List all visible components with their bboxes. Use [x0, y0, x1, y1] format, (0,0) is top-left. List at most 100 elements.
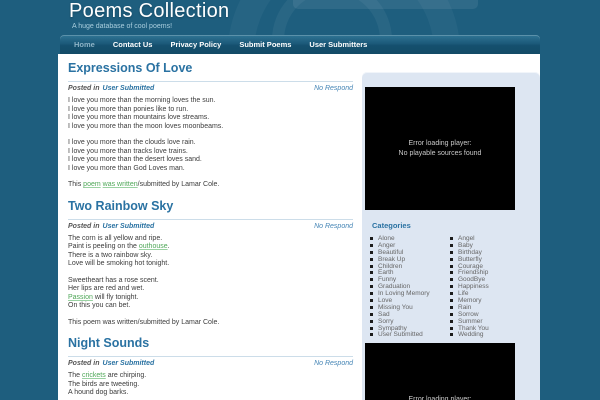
nav-item-user-submitters[interactable]: User Submitters	[300, 40, 376, 49]
nav-item-home[interactable]: Home	[65, 40, 104, 49]
square-bullet-icon	[370, 326, 373, 330]
poem-stanza: I love you more than the morning loves t…	[68, 97, 224, 130]
category-item: Sorry	[370, 318, 450, 325]
poem-stanza: I love you more than the clouds love rai…	[68, 139, 202, 172]
post-divider	[68, 81, 353, 82]
post-category-link[interactable]: User Submitted	[103, 85, 155, 92]
category-item: Children	[370, 263, 450, 270]
square-bullet-icon	[450, 285, 453, 289]
post-body: The corn is all yellow and ripe. Paint is…	[68, 235, 353, 328]
category-item: Memory	[450, 297, 530, 304]
category-item: Wedding	[450, 331, 530, 338]
square-bullet-icon	[370, 236, 373, 240]
post-title[interactable]: Night Sounds	[68, 335, 353, 352]
player-error-line2: No playable sources found	[398, 149, 482, 157]
category-item: Funny	[370, 276, 450, 283]
poem-link[interactable]: crickets	[82, 372, 106, 379]
nav-item-contact-us[interactable]: Contact Us	[104, 40, 162, 49]
nav-item-privacy-policy[interactable]: Privacy Policy	[161, 40, 230, 49]
main-nav: Home Contact Us Privacy Policy Submit Poems…	[60, 35, 540, 54]
square-bullet-icon	[370, 278, 373, 282]
square-bullet-icon	[450, 257, 453, 261]
player-error-line1: Error loading player:	[408, 139, 472, 147]
poem-link[interactable]: outhouse	[139, 243, 168, 250]
no-respond-link[interactable]: No Respond	[314, 223, 353, 230]
square-bullet-icon	[450, 333, 453, 337]
post-body: The crickets are chirping. The birds are …	[68, 372, 353, 398]
category-link[interactable]: User Submitted	[378, 331, 423, 338]
square-bullet-icon	[450, 250, 453, 254]
category-item: Break Up	[370, 256, 450, 263]
square-bullet-icon	[370, 257, 373, 261]
category-item: User Submitted	[370, 331, 450, 338]
categories-title: Categories	[372, 221, 411, 230]
square-bullet-icon	[370, 243, 373, 247]
category-item: Butterfly	[450, 256, 530, 263]
category-item: Graduation	[370, 283, 450, 290]
category-item: GoodBye	[450, 276, 530, 283]
category-item: Baby	[450, 242, 530, 249]
category-item: Friendship	[450, 269, 530, 276]
category-item: Beautiful	[370, 249, 450, 256]
player-error-line1: Error loading player:	[408, 395, 472, 400]
categories-list: Alone Anger Beautiful Break Up Children Earth…	[370, 235, 534, 338]
category-item: Love	[370, 297, 450, 304]
category-item: Angel	[450, 235, 530, 242]
site-tagline: A huge database of cool poems!	[72, 23, 173, 30]
square-bullet-icon	[450, 236, 453, 240]
poem-link[interactable]: was written	[103, 181, 138, 188]
content-wrapper: Expressions Of Love Posted in User Submi…	[58, 54, 540, 400]
square-bullet-icon	[370, 250, 373, 254]
post-body: I love you more than the morning loves t…	[68, 97, 353, 190]
category-item: Missing You	[370, 304, 450, 311]
sidebar: Error loading player: No playable source…	[362, 72, 540, 400]
category-link[interactable]: Wedding	[458, 331, 484, 338]
square-bullet-icon	[450, 312, 453, 316]
category-item: Earth	[370, 269, 450, 276]
category-item: Rain	[450, 304, 530, 311]
category-item: Anger	[370, 242, 450, 249]
category-item: Life	[450, 290, 530, 297]
square-bullet-icon	[370, 312, 373, 316]
post-meta: Posted in User Submitted No Respond	[68, 223, 353, 230]
categories-column-2: Angel Baby Birthday Butterfly Courage Friends…	[450, 235, 530, 338]
nav-item-submit-poems[interactable]: Submit Poems	[230, 40, 300, 49]
posted-in-label: Posted in	[68, 222, 100, 230]
no-respond-link[interactable]: No Respond	[314, 85, 353, 92]
square-bullet-icon	[450, 326, 453, 330]
square-bullet-icon	[370, 292, 373, 296]
post-category-link[interactable]: User Submitted	[103, 223, 155, 230]
poem-stanza: Sweetheart has a rose scent. Her lips are…	[68, 276, 159, 310]
categories-column-1: Alone Anger Beautiful Break Up Children Earth…	[370, 235, 450, 338]
post-title[interactable]: Expressions Of Love	[68, 60, 353, 77]
category-item: Sympathy	[370, 325, 450, 332]
square-bullet-icon	[370, 305, 373, 309]
post: Expressions Of Love Posted in User Submi…	[68, 60, 353, 190]
category-item: Alone	[370, 235, 450, 242]
post-meta: Posted in User Submitted No Respond	[68, 360, 353, 367]
posted-in-label: Posted in	[68, 85, 100, 92]
square-bullet-icon	[370, 285, 373, 289]
square-bullet-icon	[370, 264, 373, 268]
category-item: Thank You	[450, 325, 530, 332]
poem-link[interactable]: poem	[83, 181, 101, 188]
square-bullet-icon	[450, 319, 453, 323]
video-player-2[interactable]: Error loading player: No playable source…	[365, 343, 515, 400]
post-divider	[68, 218, 353, 220]
post-category-link[interactable]: User Submitted	[103, 360, 155, 367]
posts-column: Expressions Of Love Posted in User Submi…	[58, 54, 362, 400]
post-meta: Posted in User Submitted No Respond	[68, 85, 353, 92]
square-bullet-icon	[370, 271, 373, 275]
no-respond-link[interactable]: No Respond	[314, 360, 353, 367]
square-bullet-icon	[450, 271, 453, 275]
poem-stanza: The crickets are chirping. The birds are …	[68, 372, 147, 396]
square-bullet-icon	[450, 305, 453, 309]
post-title[interactable]: Two Rainbow Sky	[68, 198, 353, 215]
page-background: Poems Collection A huge database of cool…	[0, 0, 600, 400]
video-player-1[interactable]: Error loading player: No playable source…	[365, 87, 515, 210]
category-item: Summer	[450, 318, 530, 325]
site-title[interactable]: Poems Collection	[69, 0, 229, 23]
square-bullet-icon	[450, 243, 453, 247]
poem-link[interactable]: Passion	[68, 294, 93, 301]
poem-stanza: The corn is all yellow and ripe. Paint is…	[68, 234, 170, 268]
